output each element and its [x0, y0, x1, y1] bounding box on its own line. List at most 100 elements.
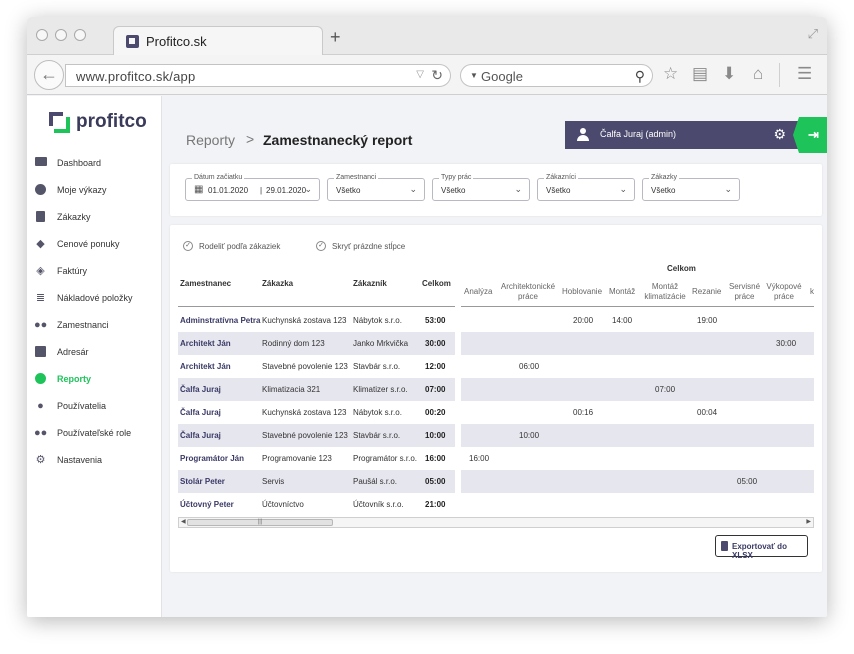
table-row[interactable]: Architekt Ján Rodinný dom 123 Janko Mrkvič…: [178, 332, 455, 355]
cell-employee: Stolár Peter: [180, 477, 225, 486]
sidebar-item-address-book[interactable]: Adresár: [27, 339, 162, 366]
employees-value: Všetko: [336, 186, 361, 195]
check-icon: ✓: [183, 241, 193, 251]
column-header-work[interactable]: Rezanie: [692, 287, 721, 297]
reading-list-icon[interactable]: ▤: [692, 65, 708, 83]
back-button[interactable]: ←: [34, 60, 64, 90]
sidebar-item-employees[interactable]: ●● Zamestnanci: [27, 312, 162, 339]
search-bar[interactable]: ▼ Google ⚲: [460, 64, 653, 87]
logout-button[interactable]: ⇥: [793, 117, 827, 153]
table-row-values: 20:00 14:00 19:00: [461, 309, 814, 332]
sidebar-item-dashboard[interactable]: Dashboard: [27, 150, 162, 177]
column-header-customer[interactable]: Zákazník: [353, 279, 387, 288]
address-bar[interactable]: www.profitco.sk/app ▽ ↻: [65, 64, 451, 87]
tab-title: Profitco.sk: [146, 34, 207, 49]
search-input[interactable]: Google: [481, 69, 523, 84]
sidebar-item-settings[interactable]: ⚙ Nastavenia: [27, 447, 162, 474]
scroll-left-icon[interactable]: ◀: [181, 518, 186, 527]
browser-tab[interactable]: Profitco.sk: [113, 26, 323, 56]
sidebar-item-quotes[interactable]: ◆ Cenové ponuky: [27, 231, 162, 258]
breadcrumb-parent[interactable]: Reporty: [186, 132, 235, 148]
date-range-picker[interactable]: Dátum začiatku 01.01.2020 ▦ | 29.01.2020…: [185, 173, 320, 201]
table-row[interactable]: Čalfa Juraj Stavebné povolenie 123 Stavbár…: [178, 424, 455, 447]
table-row[interactable]: Architekt Ján Stavebné povolenie 123 Stavb…: [178, 355, 455, 378]
employees-select[interactable]: Zamestnanci Všetko ⌄: [327, 173, 425, 201]
cell-hours: 20:00: [573, 316, 594, 325]
sidebar-item-orders[interactable]: Zákazky: [27, 204, 162, 231]
column-header-employee[interactable]: Zamestnanec: [180, 279, 231, 288]
sidebar-item-cost-items[interactable]: ≣ Nákladové položky: [27, 285, 162, 312]
column-header-work[interactable]: Montáž klimatizácie: [641, 282, 689, 302]
cell-hours: 00:16: [573, 408, 594, 417]
pie-chart-icon: [34, 373, 47, 385]
reload-icon[interactable]: ↻: [431, 67, 443, 84]
clock-icon: [34, 184, 47, 196]
column-header-total[interactable]: Celkom: [422, 279, 451, 288]
column-header-work[interactable]: Výkopové práce: [765, 282, 803, 302]
search-engine-dropdown-icon[interactable]: ▼: [470, 71, 478, 80]
work-types-select[interactable]: Typy prác Všetko ⌄: [432, 173, 530, 201]
sidebar-item-users[interactable]: ● Používatelia: [27, 393, 162, 420]
user-icon: [577, 128, 589, 141]
home-icon[interactable]: ⌂: [753, 65, 763, 83]
column-header-order[interactable]: Zákazka: [262, 279, 293, 288]
sidebar-item-my-reports[interactable]: Moje výkazy: [27, 177, 162, 204]
table-row[interactable]: Čalfa Juraj Klimatizacia 321 Klimatizer s.…: [178, 378, 455, 401]
bookmark-star-icon[interactable]: ☆: [663, 65, 678, 83]
search-icon[interactable]: ⚲: [635, 68, 645, 85]
table-row[interactable]: Účtovný Peter Účtovníctvo Účtovník s.r.o. 2…: [178, 493, 455, 516]
user-settings-gear-icon[interactable]: ⚙: [773, 126, 786, 143]
minimize-window-button[interactable]: [55, 29, 67, 41]
cell-total: 07:00: [425, 385, 446, 394]
cell-customer: Nábytok s.r.o.: [353, 408, 402, 417]
cell-total: 16:00: [425, 454, 446, 463]
cell-total: 21:00: [425, 500, 446, 509]
customers-select[interactable]: Zákazníci Všetko ⌄: [537, 173, 635, 201]
table-row[interactable]: Stolár Peter Servis Paušál s.r.o. 05:00: [178, 470, 455, 493]
column-header-work[interactable]: Montáž: [609, 287, 635, 297]
menu-icon[interactable]: ☰: [797, 65, 812, 83]
date-range-label: Dátum začiatku: [192, 173, 245, 182]
date-from[interactable]: 01.01.2020: [208, 186, 248, 195]
close-window-button[interactable]: [36, 29, 48, 41]
cell-total: 53:00: [425, 316, 446, 325]
sidebar-item-invoices[interactable]: ◈ Faktúry: [27, 258, 162, 285]
header-divider: [178, 306, 455, 307]
column-header-work[interactable]: Architektonické práce: [498, 282, 558, 302]
date-to[interactable]: 29.01.2020: [266, 186, 306, 195]
cell-customer: Programátor s.r.o.: [353, 454, 418, 463]
user-gear-icon: ●: [37, 400, 44, 412]
user-name[interactable]: Čalfa Juraj (admin): [600, 129, 676, 139]
horizontal-scrollbar[interactable]: ◀ ||| ▶: [178, 517, 814, 528]
url-dropdown-icon[interactable]: ▽: [416, 69, 424, 80]
work-types-label: Typy prác: [439, 173, 474, 182]
export-xlsx-button[interactable]: Exportovať do XLSX: [715, 535, 808, 560]
export-xlsx-label: Exportovať do XLSX: [732, 542, 787, 560]
column-header-work[interactable]: Analýza: [464, 287, 492, 297]
column-header-work[interactable]: k: [810, 287, 814, 297]
table-row[interactable]: Programátor Ján Programovanie 123 Programá…: [178, 447, 455, 470]
column-header-work[interactable]: Servisné práce: [727, 282, 762, 302]
cell-hours: 10:00: [519, 431, 540, 440]
download-icon[interactable]: ⬇: [722, 65, 736, 83]
maximize-window-button[interactable]: [74, 29, 86, 41]
fullscreen-icon[interactable]: ⤢: [808, 26, 818, 42]
scroll-right-icon[interactable]: ▶: [806, 518, 811, 527]
column-header-work[interactable]: Hoblovanie: [562, 287, 602, 297]
sidebar-item-reports[interactable]: Reporty: [27, 366, 162, 393]
cell-employee: Čalfa Juraj: [180, 385, 221, 394]
orders-select[interactable]: Zákazky Všetko ⌄: [642, 173, 740, 201]
sidebar-item-user-roles[interactable]: ●● Používateľské role: [27, 420, 162, 447]
app-logo[interactable]: profitco: [49, 111, 159, 134]
new-tab-button[interactable]: +: [330, 28, 341, 46]
scrollbar-thumb[interactable]: |||: [187, 519, 333, 526]
table-row[interactable]: Adminstratívna Petra Kuchynská zostava 12…: [178, 309, 455, 332]
cell-employee: Čalfa Juraj: [180, 408, 221, 417]
cell-employee: Architekt Ján: [180, 362, 231, 371]
url-text[interactable]: www.profitco.sk/app: [76, 69, 195, 84]
table-row[interactable]: Čalfa Juraj Kuchynská zostava 123 Nábytok …: [178, 401, 455, 424]
logo-mark-icon: [49, 112, 70, 133]
table-row-values: 16:00: [461, 447, 814, 470]
date-separator: |: [260, 186, 263, 195]
browser-toolbar: www.profitco.sk/app ▽ ↻ ← ▼ Google ⚲ ☆ ▤…: [27, 55, 827, 95]
